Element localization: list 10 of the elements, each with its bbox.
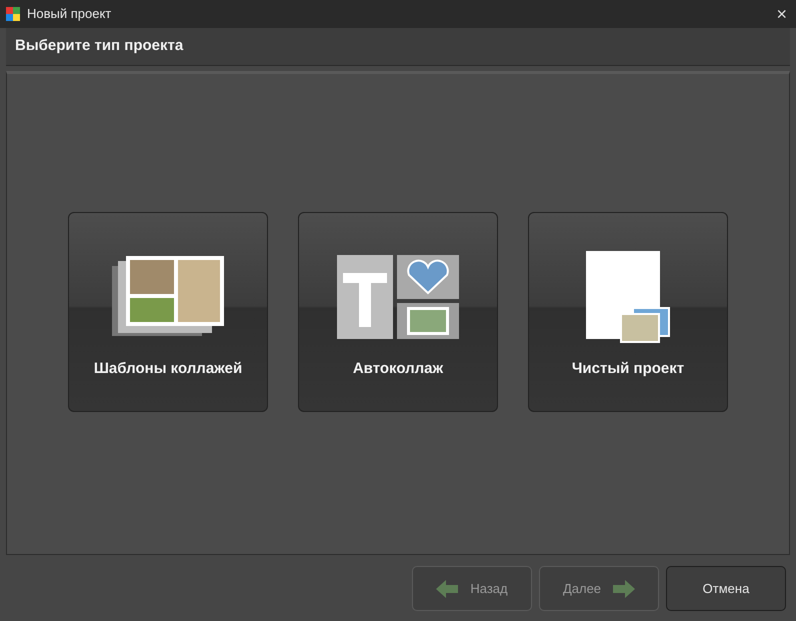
project-type-card[interactable]: Шаблоны коллажей <box>68 212 268 412</box>
close-button[interactable]: × <box>772 5 791 23</box>
cancel-button[interactable]: Отмена <box>666 566 786 611</box>
project-type-card[interactable]: Автоколлаж <box>298 212 498 412</box>
project-type-card[interactable]: Чистый проект <box>528 212 728 412</box>
app-logo-icon <box>5 6 21 22</box>
window-title: Новый проект <box>27 5 112 24</box>
right-arrow-icon <box>613 580 636 598</box>
header-title: Выберите тип проекта <box>15 36 184 56</box>
left-arrow-icon <box>436 580 458 598</box>
